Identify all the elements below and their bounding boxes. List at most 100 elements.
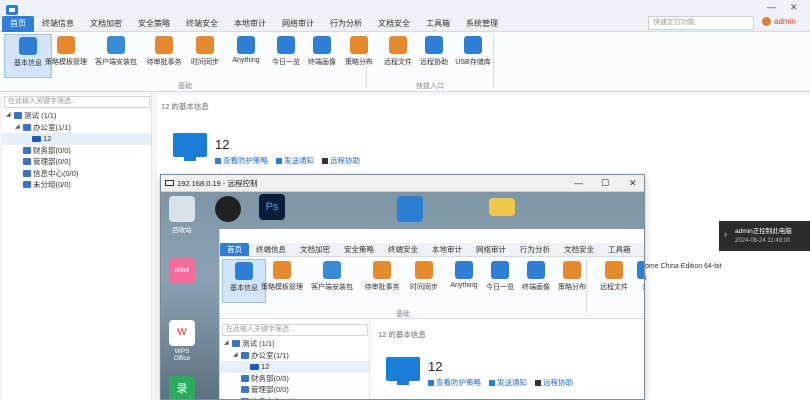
tab-10[interactable]: 系统管理 — [458, 16, 506, 32]
remote-ribbon-item[interactable]: 时间同步 — [402, 259, 446, 303]
remote-title-bar[interactable]: 192.168.0.19 - 远程控制 — ☐ ✕ — [161, 175, 644, 192]
expand-arrow-icon[interactable]: ◢ — [6, 110, 12, 122]
app-logo-icon — [6, 5, 18, 15]
tab-1[interactable]: 终端信息 — [34, 16, 82, 32]
remote-tab-0[interactable]: 首页 — [220, 243, 249, 256]
tree-node[interactable]: ◢ 办公室(1/1) — [2, 122, 151, 134]
expand-arrow-icon[interactable]: ◢ — [224, 338, 230, 350]
ribbon-item-label: 基本信息 — [230, 285, 258, 292]
wps-office-icon[interactable]: W WPS Office — [167, 320, 197, 362]
ribbon-item-label: 策略分布 — [558, 284, 586, 291]
photoshop-icon[interactable]: Ps — [257, 194, 287, 222]
tab-0[interactable]: 首页 — [2, 16, 34, 32]
tab-8[interactable]: 文档安全 — [370, 16, 418, 32]
tree-node[interactable]: 12 — [2, 133, 151, 145]
remote-send-notice-link[interactable]: 发送通知 — [489, 377, 527, 388]
qq-icon[interactable] — [213, 196, 243, 224]
ribbon-item-icon — [235, 262, 253, 280]
minimize-icon[interactable]: — — [767, 2, 776, 12]
tab-2[interactable]: 文档加密 — [82, 16, 130, 32]
tab-4[interactable]: 终端安全 — [178, 16, 226, 32]
tree-node[interactable]: 信息中心(0/0) — [2, 168, 151, 180]
ribbon-toolbar: 基础 快捷入口 基本信息 策略模板管理 客户端安装包 待审批事务 时间同步 Anythin… — [0, 32, 810, 92]
monitor-icon — [322, 158, 328, 164]
chevron-right-icon[interactable]: › — [724, 229, 727, 239]
remote-ribbon-item[interactable]: 策略模板管理 — [260, 259, 304, 303]
tree-node-label: 财务部(0/0) — [33, 145, 71, 155]
remote-file-icon — [389, 36, 407, 54]
remote-maximize-icon[interactable]: ☐ — [601, 175, 609, 192]
ribbon-install-package-button[interactable]: 客户端安装包 — [92, 34, 140, 78]
tree-filter-input[interactable]: 在此输入关键字筛选... — [4, 96, 150, 108]
tab-7[interactable]: 行为分析 — [322, 16, 370, 32]
remote-tree-node[interactable]: 管理部(0/0) — [220, 384, 369, 396]
remote-view-policy-link[interactable]: 查看防护策略 — [428, 377, 481, 388]
remote-tab-3[interactable]: 安全策略 — [337, 243, 381, 256]
ribbon-item-label: 客户端安装包 — [311, 284, 353, 291]
remote-tab-9[interactable]: 工具箱 — [601, 243, 638, 256]
tab-9[interactable]: 工具箱 — [418, 16, 458, 32]
tree-node-label: 测试 (1/1) — [242, 339, 275, 348]
close-icon[interactable]: ✕ — [790, 2, 798, 13]
monitor-icon — [165, 180, 174, 186]
tree-node[interactable]: 财务部(0/0) — [2, 145, 151, 157]
view-policy-link[interactable]: 查看防护策略 — [215, 155, 268, 166]
ribbon-template-button[interactable]: 策略模板管理 — [42, 34, 90, 78]
tab-3[interactable]: 安全策略 — [130, 16, 178, 32]
group-icon — [241, 374, 249, 382]
folder-icon[interactable] — [487, 198, 517, 218]
remote-tab-5[interactable]: 本地审计 — [425, 243, 469, 256]
remote-tab-4[interactable]: 终端安全 — [381, 243, 425, 256]
clock-icon — [196, 36, 214, 54]
os-edition-text: ome China Edition 64-bit — [645, 263, 722, 270]
group-icon — [14, 112, 22, 120]
bilibili-icon[interactable]: bilibili — [167, 258, 197, 286]
tree-node[interactable]: 未分组(0/0) — [2, 179, 151, 191]
menu-bar: — ✕ 首页 终端信息 文档加密 安全策略 终端安全 本地审计 网络审计 行为分析 文档安全 工具… — [0, 0, 810, 32]
remote-ribbon-item[interactable]: 策略分布 — [550, 259, 594, 303]
remote-control-window[interactable]: 192.168.0.19 - 远程控制 — ☐ ✕ 回收站 Ps bilibil… — [160, 174, 645, 400]
app-tile-icon[interactable] — [395, 196, 425, 224]
megaphone-icon — [276, 158, 282, 164]
record-app-icon[interactable]: 录 — [167, 376, 197, 399]
anything-icon — [237, 36, 255, 54]
remote-tab-8[interactable]: 文档安全 — [557, 243, 601, 256]
ribbon-item-icon — [605, 261, 623, 279]
remote-tree-node[interactable]: ◢ 测试 (1/1) — [220, 338, 369, 350]
tab-6[interactable]: 网络审计 — [274, 16, 322, 32]
remote-ribbon-item[interactable]: 远 — [624, 259, 644, 303]
tab-5[interactable]: 本地审计 — [226, 16, 274, 32]
group-icon — [23, 181, 31, 189]
remote-ribbon-item[interactable]: 待审批事务 — [360, 259, 404, 303]
send-notice-link[interactable]: 发送通知 — [276, 155, 314, 166]
remote-tab-2[interactable]: 文档加密 — [293, 243, 337, 256]
remote-assist-link[interactable]: 远程协助 — [322, 155, 360, 166]
remote-ribbon-item[interactable]: 客户端安装包 — [310, 259, 354, 303]
expand-arrow-icon[interactable]: ◢ — [15, 122, 21, 134]
ribbon-usb-button[interactable]: USB存储库 — [449, 34, 497, 78]
tree-node[interactable]: 管理部(0/0) — [2, 156, 151, 168]
remote-tree-node[interactable]: ◢ 办公室(1/1) — [220, 350, 369, 362]
recycle-bin-icon[interactable]: 回收站 — [167, 196, 197, 234]
remote-assist-link-inner[interactable]: 远程协助 — [535, 377, 573, 388]
computer-name: 12 — [215, 137, 230, 152]
remote-close-icon[interactable]: ✕ — [629, 175, 637, 192]
user-menu[interactable]: admin — [762, 17, 796, 26]
remote-tree-node[interactable]: 12 — [220, 361, 369, 373]
expand-arrow-icon[interactable]: ◢ — [233, 350, 239, 362]
remote-tree-node[interactable]: 信息中心(0/0) — [220, 396, 369, 399]
remote-tab-6[interactable]: 网络审计 — [469, 243, 513, 256]
ribbon-item-icon — [273, 261, 291, 279]
ribbon-item-icon — [491, 261, 509, 279]
tree-node-label: 办公室(1/1) — [251, 350, 289, 360]
search-input[interactable]: 快速定位功能 — [648, 16, 754, 30]
remote-minimize-icon[interactable]: — — [574, 175, 583, 192]
remote-tree-filter[interactable]: 在此输入关键字筛选... — [222, 324, 368, 336]
control-notification[interactable]: › admin正控制此电脑 2024-08-24 11:49:00 — [719, 221, 810, 251]
remote-app-window[interactable]: 首页 终端信息 文档加密 安全策略 终端安全 本地审计 网络审计 行为分析 文档安全 工具箱 基础… — [219, 229, 644, 399]
tree-node[interactable]: ◢ 测试 (1/1) — [2, 110, 151, 122]
remote-tab-1[interactable]: 终端信息 — [249, 243, 293, 256]
remote-page-title: 12 的基本信息 — [378, 330, 426, 339]
remote-tree-node[interactable]: 财务部(0/0) — [220, 373, 369, 385]
remote-tab-7[interactable]: 行为分析 — [513, 243, 557, 256]
